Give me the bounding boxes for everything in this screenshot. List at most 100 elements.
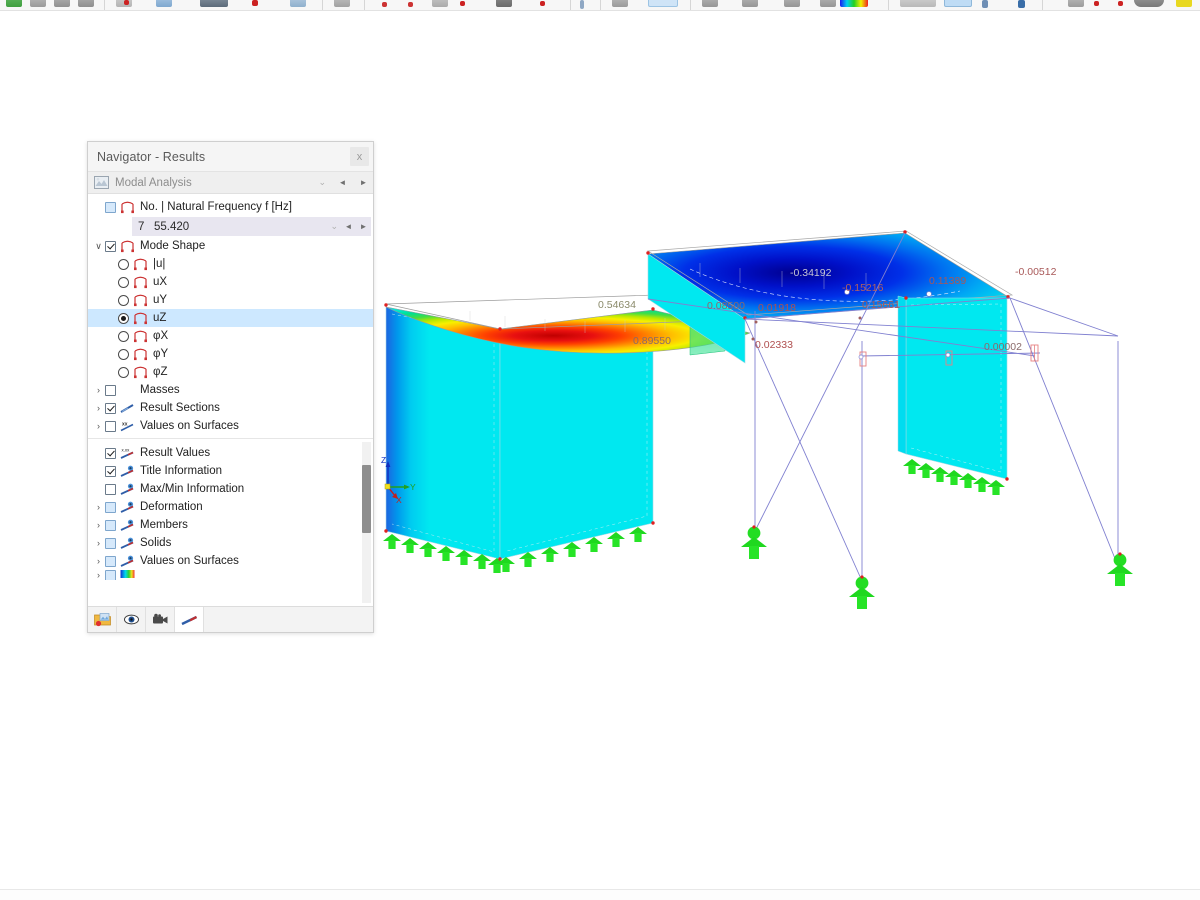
- tree-item-result-sections[interactable]: › Result Sections: [88, 399, 373, 417]
- display-item-solids[interactable]: › Solids: [88, 534, 373, 552]
- frequency-value-row[interactable]: 7 55.420 ⌄ ◄ ►: [132, 217, 371, 236]
- mode-component-phiy[interactable]: φY: [88, 345, 373, 363]
- toolbar-icon[interactable]: [1134, 0, 1164, 7]
- mode-component-u-abs[interactable]: |u|: [88, 255, 373, 273]
- clipped-checkbox[interactable]: [105, 570, 116, 580]
- deformation-checkbox[interactable]: [105, 501, 116, 513]
- display-list-scrollbar[interactable]: [362, 442, 371, 603]
- toolbar-icon[interactable]: [334, 0, 350, 7]
- frequency-dropdown-icon[interactable]: ⌄: [327, 221, 341, 232]
- toolbar-icon[interactable]: [784, 0, 800, 7]
- values-on-surfaces-display-expander[interactable]: ›: [92, 556, 105, 566]
- toolbar-icon[interactable]: [124, 0, 129, 5]
- tree-item-masses[interactable]: › Masses: [88, 381, 373, 399]
- result-sections-expander[interactable]: ›: [92, 403, 105, 413]
- toolbar-icon[interactable]: [496, 0, 512, 7]
- values-on-surfaces-expander[interactable]: ›: [92, 421, 105, 431]
- toolbar-icon[interactable]: [900, 0, 936, 7]
- display-navigator-tab[interactable]: [175, 607, 204, 632]
- values-on-surfaces-checkbox[interactable]: [105, 420, 116, 432]
- mode-component-ux[interactable]: uX: [88, 273, 373, 291]
- next-analysis-button[interactable]: ►: [356, 174, 371, 191]
- toolbar-icon[interactable]: [982, 0, 988, 8]
- display-item-title-information[interactable]: Title Information: [88, 462, 373, 480]
- mode-component-phix[interactable]: φX: [88, 327, 373, 345]
- toolbar-icon[interactable]: [200, 0, 228, 7]
- result-values-checkbox[interactable]: [105, 447, 116, 459]
- toolbar-icon[interactable]: [460, 1, 465, 6]
- mode-component-uz[interactable]: uZ: [88, 309, 373, 327]
- toolbar-icon[interactable]: [252, 0, 258, 6]
- display-item-maxmin-information[interactable]: Max/Min Information: [88, 480, 373, 498]
- display-properties-list[interactable]: x.xx Result Values Title Information Max…: [88, 439, 373, 606]
- toolbar-icon[interactable]: [54, 0, 70, 7]
- maxmin-information-checkbox[interactable]: [105, 483, 116, 495]
- toolbar-icon[interactable]: [1018, 0, 1025, 8]
- navigator-footer-tabs[interactable]: [88, 606, 373, 632]
- toolbar-icon[interactable]: [742, 0, 758, 7]
- radio-u-abs[interactable]: [118, 258, 129, 270]
- members-expander[interactable]: ›: [92, 520, 105, 530]
- toolbar-icon[interactable]: [290, 0, 306, 7]
- toolbar-icon[interactable]: [6, 0, 22, 7]
- prev-analysis-button[interactable]: ◄: [335, 174, 350, 191]
- toolbar-icon[interactable]: [30, 0, 46, 7]
- prev-mode-button[interactable]: ◄: [341, 218, 356, 235]
- colorscale-icon[interactable]: [840, 0, 868, 7]
- tree-item-natural-frequency[interactable]: No. | Natural Frequency f [Hz]: [88, 198, 373, 216]
- radio-uy[interactable]: [118, 294, 129, 306]
- mode-component-phiz[interactable]: φZ: [88, 363, 373, 381]
- toolbar-icon[interactable]: [702, 0, 718, 7]
- toolbar-icon[interactable]: [408, 2, 413, 7]
- mode-shape-expander[interactable]: ∨: [92, 241, 105, 251]
- toolbar-icon[interactable]: [1118, 1, 1123, 6]
- project-navigator-tab[interactable]: [88, 607, 117, 632]
- top-toolbar-strip[interactable]: [0, 0, 1200, 11]
- deformation-expander[interactable]: ›: [92, 502, 105, 512]
- radio-phiy[interactable]: [118, 348, 129, 360]
- toolbar-icon[interactable]: [382, 2, 387, 7]
- members-checkbox[interactable]: [105, 519, 116, 531]
- masses-checkbox[interactable]: [105, 384, 116, 396]
- radio-ux[interactable]: [118, 276, 129, 288]
- toolbar-icon[interactable]: [1094, 1, 1099, 6]
- toolbar-icon[interactable]: [78, 0, 94, 7]
- display-item-deformation[interactable]: › Deformation: [88, 498, 373, 516]
- mode-component-uy[interactable]: uY: [88, 291, 373, 309]
- solids-checkbox[interactable]: [105, 537, 116, 549]
- display-item-clipped[interactable]: ›: [88, 570, 373, 580]
- mode-shape-checkbox[interactable]: [105, 240, 116, 252]
- display-item-result-values[interactable]: x.xx Result Values: [88, 444, 373, 462]
- toolbar-icon[interactable]: [1176, 0, 1192, 7]
- radio-phiz[interactable]: [118, 366, 129, 378]
- clipped-expander[interactable]: ›: [92, 570, 105, 580]
- camera-navigator-tab[interactable]: [146, 607, 175, 632]
- toolbar-icon[interactable]: [156, 0, 172, 7]
- toolbar-icon[interactable]: [648, 0, 678, 7]
- masses-expander[interactable]: ›: [92, 385, 105, 395]
- toolbar-icon[interactable]: [432, 0, 448, 7]
- tree-item-mode-shape[interactable]: ∨ Mode Shape: [88, 237, 373, 255]
- scrollbar-thumb[interactable]: [362, 465, 371, 533]
- values-on-surfaces-display-checkbox[interactable]: [105, 555, 116, 567]
- radio-phix[interactable]: [118, 330, 129, 342]
- toolbar-icon[interactable]: [944, 0, 972, 7]
- toolbar-icon[interactable]: [820, 0, 836, 7]
- views-navigator-tab[interactable]: [117, 607, 146, 632]
- radio-uz[interactable]: [118, 312, 129, 324]
- display-item-values-on-surfaces[interactable]: › Values on Surfaces: [88, 552, 373, 570]
- toolbar-icon[interactable]: [540, 1, 545, 6]
- toolbar-icon[interactable]: [1068, 0, 1084, 7]
- tree-item-values-on-surfaces[interactable]: › xx Values on Surfaces: [88, 417, 373, 435]
- toolbar-icon[interactable]: [580, 0, 584, 9]
- toolbar-icon[interactable]: [612, 0, 628, 7]
- navigator-titlebar[interactable]: Navigator - Results x: [88, 142, 373, 172]
- next-mode-button[interactable]: ►: [356, 218, 371, 235]
- display-item-members[interactable]: › Members: [88, 516, 373, 534]
- title-information-checkbox[interactable]: [105, 465, 116, 477]
- result-sections-checkbox[interactable]: [105, 402, 116, 414]
- solids-expander[interactable]: ›: [92, 538, 105, 548]
- navigator-results-panel[interactable]: Navigator - Results x Modal Analysis ⌄ ◄…: [87, 141, 374, 633]
- analysis-selector-bar[interactable]: Modal Analysis ⌄ ◄ ►: [88, 172, 373, 194]
- natural-frequency-checkbox[interactable]: [105, 201, 116, 213]
